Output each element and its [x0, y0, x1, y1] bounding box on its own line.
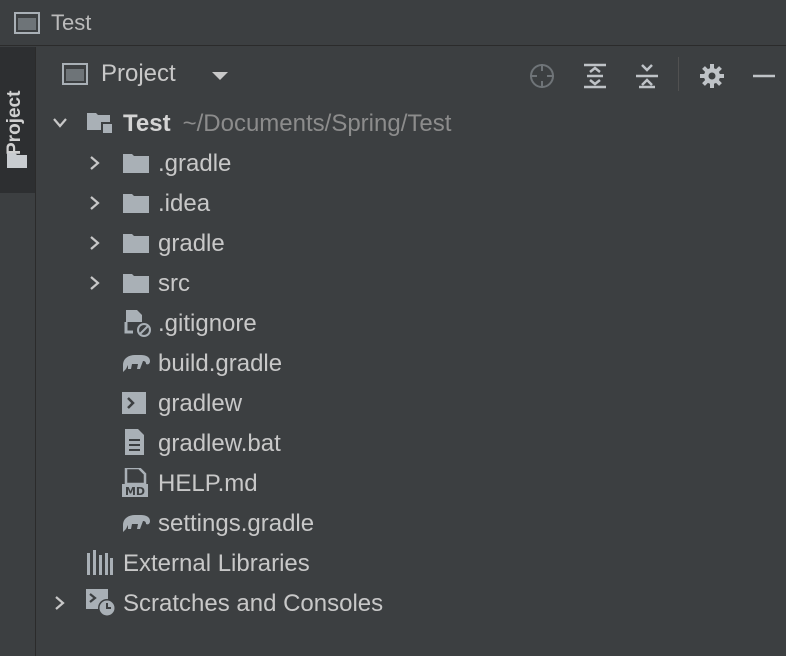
- tree-item[interactable]: build.gradle: [37, 343, 777, 383]
- folder-icon: [123, 234, 149, 253]
- project-tool-window-tab[interactable]: Project: [0, 47, 35, 193]
- tree-item[interactable]: gradle: [37, 223, 777, 263]
- text-file-icon: [125, 429, 144, 455]
- locate-target-icon[interactable]: [527, 61, 557, 91]
- tree-item-label: HELP.md: [158, 470, 258, 497]
- tool-window-strip: Project: [0, 47, 36, 656]
- chevron-right-icon[interactable]: [86, 194, 104, 212]
- toolbar-separator: [678, 57, 679, 91]
- project-view-icon: [62, 63, 88, 85]
- markdown-file-icon: MD: [122, 468, 148, 498]
- tree-item[interactable]: gradlew.bat: [37, 423, 777, 463]
- collapse-all-icon[interactable]: [632, 61, 662, 91]
- external-libraries-row[interactable]: External Libraries: [37, 543, 777, 583]
- tree-item-label: build.gradle: [158, 350, 283, 377]
- tree-item[interactable]: .gradle: [37, 143, 777, 183]
- root-path: ~/Documents/Spring/Test: [182, 110, 452, 137]
- gear-icon[interactable]: [697, 61, 727, 91]
- expand-all-icon[interactable]: [580, 61, 610, 91]
- folder-icon: [7, 153, 27, 168]
- folder-icon: [123, 194, 149, 213]
- scratches-label: Scratches and Consoles: [123, 590, 384, 617]
- project-toolbar: Project: [37, 47, 786, 103]
- external-libraries-label: External Libraries: [123, 550, 310, 577]
- shell-script-icon: [122, 392, 146, 414]
- libraries-icon: [87, 550, 113, 575]
- tree-item[interactable]: .idea: [37, 183, 777, 223]
- tree-item-label: settings.gradle: [158, 510, 315, 537]
- project-panel: Project Test ~/Documents/Spring/Test .gr…: [37, 47, 786, 656]
- gradle-elephant-icon: [123, 355, 150, 372]
- tree-item-label: .idea: [158, 190, 211, 217]
- minimize-icon[interactable]: [749, 61, 779, 91]
- scratches-icon: [86, 589, 116, 617]
- folder-icon: [123, 274, 149, 293]
- tree-item[interactable]: .gitignore: [37, 303, 777, 343]
- tree-item-label: .gradle: [158, 150, 232, 177]
- gradle-elephant-icon: [123, 515, 150, 532]
- tree-item[interactable]: gradlew: [37, 383, 777, 423]
- project-tab-label: Project: [4, 90, 25, 155]
- root-name: Test: [123, 110, 171, 137]
- tree-item-label: .gitignore: [158, 310, 257, 337]
- tree-item[interactable]: MD HELP.md: [37, 463, 777, 503]
- chevron-right-icon[interactable]: [86, 234, 104, 252]
- chevron-right-icon[interactable]: [51, 594, 69, 612]
- tree-item-label: gradlew.bat: [158, 430, 281, 457]
- window-icon: [14, 11, 40, 34]
- ignore-file-icon: [124, 310, 151, 337]
- root-label: Test ~/Documents/Spring/Test: [123, 110, 451, 138]
- chevron-right-icon[interactable]: [86, 154, 104, 172]
- tree-item[interactable]: settings.gradle: [37, 503, 777, 543]
- module-folder-icon: [87, 113, 112, 133]
- chevron-right-icon[interactable]: [86, 274, 104, 292]
- view-selector-label[interactable]: Project: [101, 60, 176, 88]
- tree-item-label: src: [158, 270, 190, 297]
- tree-root-row[interactable]: Test ~/Documents/Spring/Test: [37, 103, 777, 143]
- tree-item[interactable]: src: [37, 263, 777, 303]
- tree-item-label: gradlew: [158, 390, 243, 417]
- window-titlebar: Test: [0, 0, 786, 46]
- tree-item-label: gradle: [158, 230, 225, 257]
- chevron-down-icon[interactable]: [51, 114, 69, 132]
- svg-text:MD: MD: [125, 485, 145, 498]
- chevron-down-icon[interactable]: [211, 71, 229, 81]
- folder-icon: [123, 154, 149, 173]
- scratches-row[interactable]: Scratches and Consoles: [37, 583, 777, 623]
- window-title: Test: [51, 9, 92, 35]
